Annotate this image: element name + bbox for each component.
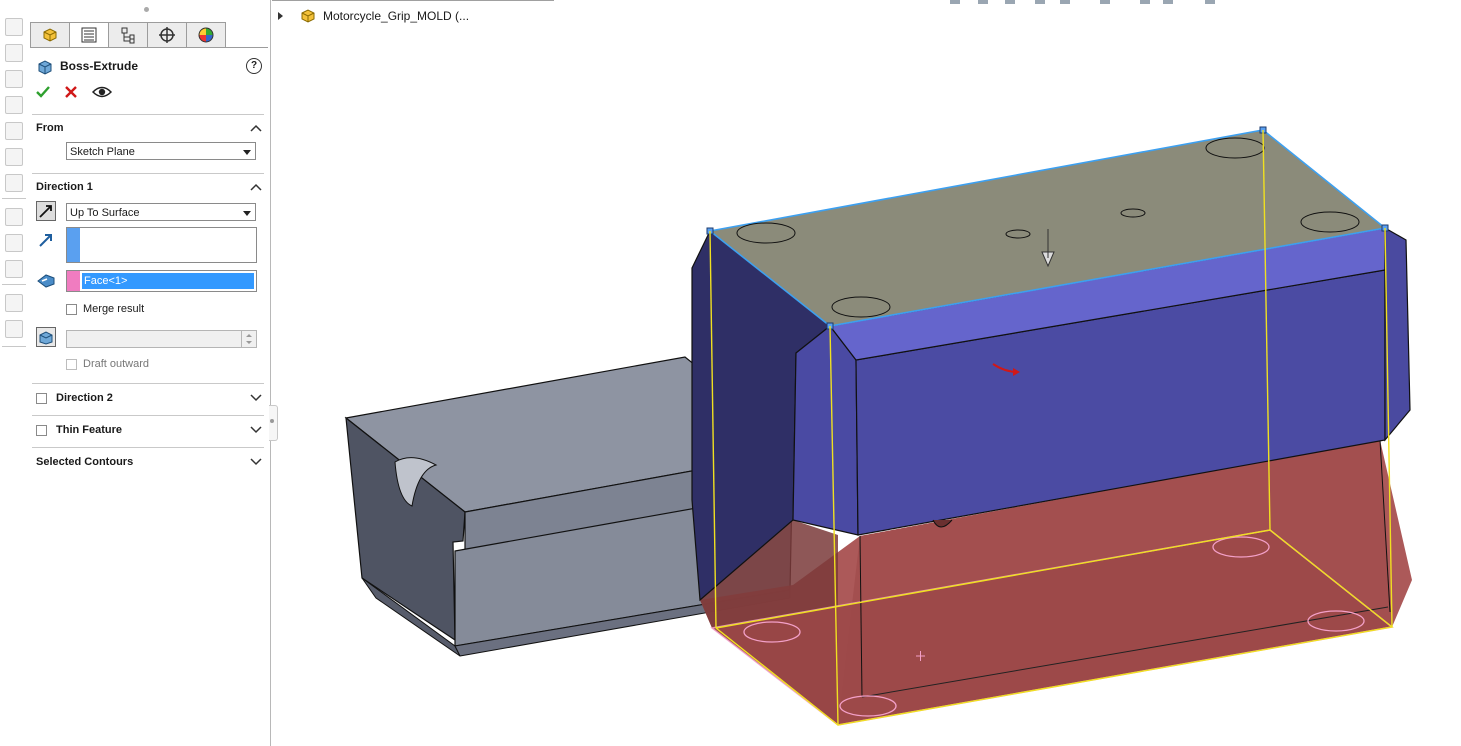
tab-property-manager[interactable] xyxy=(69,22,108,48)
boss-extrude-icon xyxy=(38,60,52,75)
face-color-swatch xyxy=(67,271,80,291)
merge-result-row[interactable]: Merge result xyxy=(66,303,144,315)
view-cube-icon[interactable] xyxy=(5,174,23,192)
chevron-down-icon[interactable] xyxy=(250,458,262,466)
dropdown-arrow-icon xyxy=(243,211,251,216)
direction-vector-icon xyxy=(39,234,52,247)
tab-dimxpert-manager[interactable] xyxy=(147,22,186,48)
view-cube-icon[interactable] xyxy=(5,148,23,166)
sketch-tool-icon[interactable] xyxy=(5,208,23,226)
draft-outward-label: Draft outward xyxy=(83,358,150,370)
expand-tree-icon[interactable] xyxy=(278,12,283,20)
face-selection-listbox[interactable]: Face<1> xyxy=(66,270,257,292)
face-select-icon xyxy=(37,274,55,288)
help-icon[interactable]: ? xyxy=(246,58,262,74)
draft-toggle-button[interactable] xyxy=(36,327,56,347)
direction-color-swatch xyxy=(67,228,80,262)
strip-separator xyxy=(2,198,26,199)
strip-separator xyxy=(2,284,26,285)
reverse-direction-button[interactable] xyxy=(36,201,56,221)
view-cube-icon[interactable] xyxy=(5,70,23,88)
from-select-value: Sketch Plane xyxy=(70,146,135,158)
chevron-up-icon[interactable] xyxy=(250,124,262,132)
selected-contours-label: Selected Contours xyxy=(36,456,134,468)
cancel-x-icon[interactable] xyxy=(64,85,78,99)
section-divider xyxy=(32,447,264,448)
panel-grip[interactable] xyxy=(144,7,149,12)
chevron-up-icon[interactable] xyxy=(250,183,262,191)
feature-tree-root[interactable]: Motorcycle_Grip_MOLD (... xyxy=(278,7,469,25)
thin-feature-label: Thin Feature xyxy=(56,424,123,436)
spin-arrows-icon xyxy=(246,334,252,344)
copy-tool-icon[interactable] xyxy=(5,320,23,338)
dimxpert-icon xyxy=(159,27,175,43)
dropdown-arrow-icon xyxy=(243,150,251,155)
sketch-tool-icon[interactable] xyxy=(5,260,23,278)
spin-buttons xyxy=(241,331,256,347)
selected-contours-section-header[interactable]: Selected Contours xyxy=(36,454,262,470)
merge-result-label: Merge result xyxy=(83,303,145,315)
configuration-manager-icon xyxy=(121,27,135,44)
chevron-down-icon[interactable] xyxy=(250,394,262,402)
merge-result-checkbox[interactable] xyxy=(66,303,77,315)
from-label: From xyxy=(36,122,64,134)
view-cube-icon[interactable] xyxy=(5,96,23,114)
view-cube-icon[interactable] xyxy=(5,18,23,36)
action-buttons xyxy=(36,84,112,100)
ok-check-icon[interactable] xyxy=(36,85,50,99)
tab-feature-manager[interactable] xyxy=(30,22,69,48)
manager-tabs xyxy=(30,22,226,48)
direction2-label: Direction 2 xyxy=(56,392,113,404)
view-cube-icon[interactable] xyxy=(5,122,23,140)
face-list-item[interactable]: Face<1> xyxy=(82,273,254,289)
strip-separator xyxy=(2,346,26,347)
tab-underline xyxy=(30,47,268,48)
property-manager-icon xyxy=(81,27,97,43)
section-divider xyxy=(32,383,264,384)
direction2-section-header[interactable]: Direction 2 xyxy=(36,390,262,406)
tab-configuration-manager[interactable] xyxy=(108,22,147,48)
draft-outward-checkbox xyxy=(66,358,77,370)
draft-angle-spinbox xyxy=(66,330,257,348)
thin-feature-section-header[interactable]: Thin Feature xyxy=(36,422,262,438)
feature-title: Boss-Extrude xyxy=(60,59,139,73)
part-icon xyxy=(43,28,57,42)
draft-outward-row: Draft outward xyxy=(66,358,149,370)
part-icon xyxy=(301,9,315,23)
view-cube-icon[interactable] xyxy=(5,44,23,62)
copy-tool-icon[interactable] xyxy=(5,294,23,312)
end-condition-select[interactable]: Up To Surface xyxy=(66,203,256,221)
section-divider xyxy=(32,415,264,416)
thin-feature-checkbox[interactable] xyxy=(36,424,47,436)
direction1-section-header[interactable]: Direction 1 xyxy=(36,179,262,195)
display-manager-icon xyxy=(198,27,214,43)
part-name: Motorcycle_Grip_MOLD (... xyxy=(323,9,470,23)
sketch-tool-icon[interactable] xyxy=(5,234,23,252)
chevron-down-icon[interactable] xyxy=(250,426,262,434)
preview-eye-icon[interactable] xyxy=(92,85,112,99)
reverse-direction-icon xyxy=(39,205,52,218)
direction-vector-listbox[interactable] xyxy=(66,227,257,263)
section-divider xyxy=(32,173,264,174)
property-manager-panel: Boss-Extrude ? From Sketch Plane Directi… xyxy=(28,0,271,746)
draft-icon xyxy=(39,331,53,345)
end-condition-value: Up To Surface xyxy=(70,207,140,219)
feature-title-row: Boss-Extrude ? xyxy=(36,57,262,75)
direction1-label: Direction 1 xyxy=(36,181,93,193)
from-section-header[interactable]: From xyxy=(36,120,262,136)
from-select[interactable]: Sketch Plane xyxy=(66,142,256,160)
section-divider xyxy=(32,114,264,115)
tab-display-manager[interactable] xyxy=(186,22,226,48)
graphics-viewport[interactable] xyxy=(272,0,1461,746)
direction2-checkbox[interactable] xyxy=(36,392,47,404)
left-icon-strip xyxy=(0,0,28,746)
